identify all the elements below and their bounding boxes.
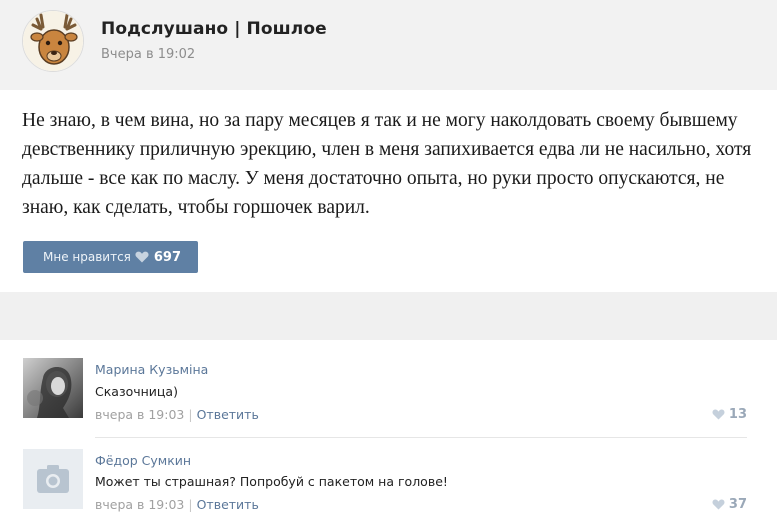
- comment-like-button[interactable]: 37: [712, 497, 747, 512]
- commenter-avatar[interactable]: [23, 449, 83, 509]
- comment-like-button[interactable]: 13: [712, 407, 747, 422]
- section-divider: [0, 292, 777, 340]
- camera-placeholder-icon: [23, 449, 83, 509]
- comment-timestamp[interactable]: вчера в 19:03: [95, 407, 184, 422]
- post-body-text: Не знаю, в чем вина, но за пару месяцев …: [22, 110, 752, 218]
- comment-text: Сказочница): [95, 384, 178, 399]
- comment-divider: [95, 437, 747, 438]
- heart-icon: [135, 251, 149, 263]
- meta-separator: |: [188, 497, 193, 512]
- comment-like-count: 13: [728, 407, 747, 422]
- comment-author-link[interactable]: Марина Кузьміна: [95, 362, 208, 377]
- comment-text: Может ты страшная? Попробуй с пакетом на…: [95, 474, 448, 489]
- post-timestamp[interactable]: Вчера в 19:02: [101, 47, 195, 62]
- like-button-label: Мне нравится: [43, 250, 131, 264]
- comment-meta: вчера в 19:03 | Ответить: [95, 407, 259, 422]
- comment-like-count: 37: [728, 497, 747, 512]
- post-header: Подслушано | Пошлое Вчера в 19:02: [0, 0, 777, 90]
- heart-icon: [712, 409, 725, 420]
- like-button[interactable]: Мне нравится 697: [23, 241, 198, 273]
- meta-separator: |: [188, 407, 193, 422]
- deer-logo-icon: [23, 11, 83, 71]
- like-count: 697: [153, 249, 182, 265]
- comment-timestamp[interactable]: вчера в 19:03: [95, 497, 184, 512]
- group-name-link[interactable]: Подслушано | Пошлое: [101, 19, 327, 39]
- comment-author-link[interactable]: Фёдор Сумкин: [95, 453, 191, 468]
- group-avatar[interactable]: [22, 10, 84, 72]
- reply-link[interactable]: Ответить: [197, 497, 259, 512]
- comment-meta: вчера в 19:03 | Ответить: [95, 497, 259, 512]
- commenter-avatar[interactable]: [23, 358, 83, 418]
- reply-link[interactable]: Ответить: [197, 407, 259, 422]
- heart-icon: [712, 499, 725, 510]
- user-photo-icon: [23, 358, 83, 418]
